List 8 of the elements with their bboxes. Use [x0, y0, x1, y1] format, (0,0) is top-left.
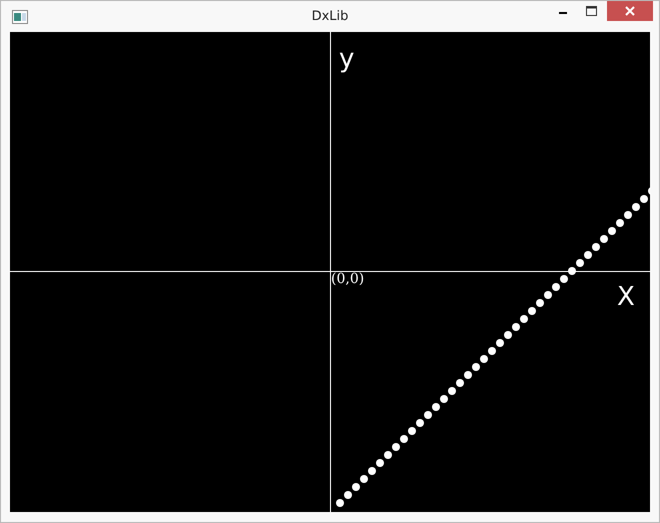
- x-axis-label: X: [617, 284, 635, 310]
- close-button[interactable]: [607, 1, 653, 21]
- close-icon: [624, 5, 636, 17]
- window-title: DxLib: [312, 9, 348, 24]
- app-icon: [12, 10, 28, 24]
- maximize-icon: [586, 6, 596, 16]
- y-axis-label: y: [339, 46, 354, 72]
- origin-label: (0,0): [331, 272, 364, 286]
